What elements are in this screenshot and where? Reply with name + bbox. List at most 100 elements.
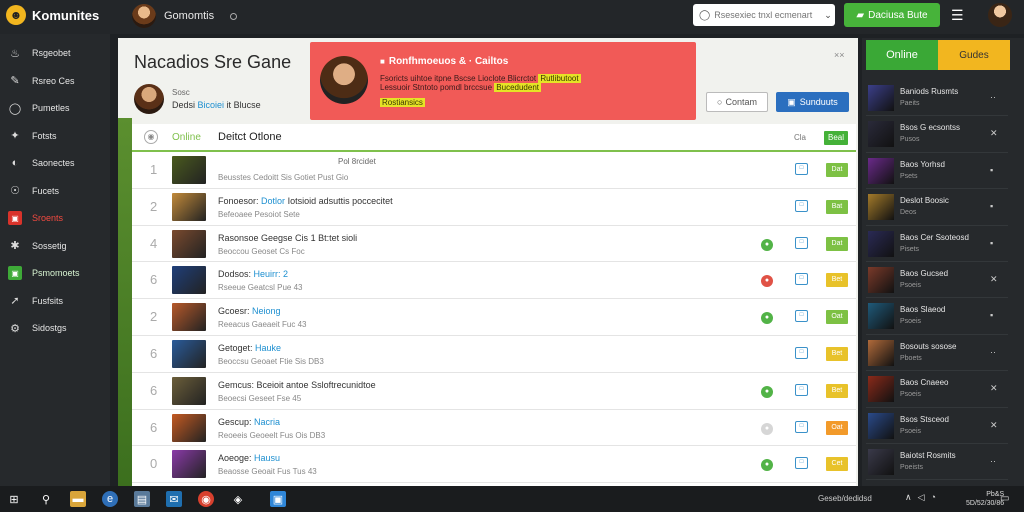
item-action-icon[interactable]: ▪ — [990, 238, 993, 248]
status-badge[interactable]: Bat — [826, 199, 848, 214]
profile-name-highlight[interactable]: Bicoiei — [198, 100, 225, 110]
folder-icon[interactable]: ▬ — [70, 491, 86, 507]
list-item[interactable]: Deslot Boosic Deos ▪ — [866, 189, 1008, 226]
list-item[interactable]: Baos Cer Ssoteosd Pisets ▪ — [866, 226, 1008, 262]
sidebar-item[interactable]: ⚙ Sidostgs — [0, 315, 110, 341]
sidebar-item[interactable]: ☉ Fucets — [0, 178, 110, 204]
app-icon[interactable]: ▣ — [270, 491, 286, 507]
message-icon[interactable]: □ — [795, 457, 808, 470]
row-title-link[interactable]: Hausu — [254, 453, 280, 463]
message-icon[interactable]: □ — [795, 310, 808, 323]
network-icon[interactable]: ◔ — [931, 492, 936, 503]
status-badge[interactable]: Dat — [826, 163, 848, 177]
table-row[interactable]: 6 Gemcus: Bceioit antoe Ssloftrecunidtoe B… — [132, 373, 856, 410]
game-thumbnail[interactable] — [172, 192, 206, 221]
list-item[interactable]: Baniods Rusmts Paeits ·· — [866, 80, 1008, 117]
row-title-link[interactable]: Heuirr: 2 — [254, 269, 289, 279]
top-user[interactable]: Gomomtis — [132, 4, 238, 28]
mail-icon[interactable]: ✉ — [166, 491, 182, 507]
item-action-icon[interactable]: ▪ — [990, 310, 993, 320]
list-item[interactable]: Baos Slaeod Psoeis ▪ — [866, 298, 1008, 335]
message-icon[interactable]: □ — [795, 236, 808, 249]
item-action-icon[interactable]: ✕ — [990, 128, 998, 139]
row-title-link[interactable]: Dotlor — [261, 196, 285, 206]
game-app-icon[interactable]: ◈ — [230, 491, 246, 507]
avatar[interactable] — [988, 3, 1012, 27]
message-icon[interactable]: □ — [795, 383, 808, 396]
item-action-icon[interactable]: ·· — [990, 347, 996, 357]
game-thumbnail[interactable] — [172, 303, 206, 332]
row-title-link[interactable]: Neiong — [252, 306, 281, 316]
brand[interactable]: ☻ Komunites — [6, 5, 99, 25]
item-action-icon[interactable]: ✕ — [990, 274, 998, 285]
sidebar-item[interactable]: ▣ Sroents — [0, 205, 110, 231]
sidebar-item[interactable]: ◐ Saonectes — [0, 150, 110, 176]
sidebar-item[interactable]: ◯ Pumetles — [0, 95, 110, 121]
store-icon[interactable]: ▤ — [134, 491, 150, 507]
table-row[interactable]: 2 Gcoesr: Neiong Reeacus Gaeaeit Fuc 43 ● □… — [132, 299, 856, 336]
status-badge[interactable]: Bet — [826, 383, 848, 398]
cta-button[interactable]: ▰ Daciusa Bute — [844, 3, 940, 27]
outline-button[interactable]: ○ Contam — [706, 92, 768, 112]
sidebar-item[interactable]: ✦ Fotsts — [0, 123, 110, 149]
game-thumbnail[interactable] — [172, 376, 206, 405]
status-badge[interactable]: Dat — [826, 236, 848, 251]
menu-icon[interactable]: ☰ — [951, 7, 964, 24]
tab-online[interactable]: Online — [172, 132, 201, 143]
item-action-icon[interactable]: ✕ — [990, 420, 998, 431]
notification-icon[interactable]: ▭ — [1000, 493, 1009, 504]
row-title-link[interactable]: Hauke — [255, 343, 281, 353]
tab-online-right[interactable]: Online — [866, 40, 938, 70]
message-icon[interactable]: □ — [795, 273, 808, 286]
volume-icon[interactable]: ◁ — [918, 492, 925, 503]
message-icon[interactable]: □ — [795, 199, 808, 212]
list-item[interactable]: Bsos G ecsontss Pusos ✕ — [866, 116, 1008, 153]
list-item[interactable]: Baos Cnaeeo Psoeis ✕ — [866, 371, 1008, 408]
status-badge[interactable]: Cet — [826, 457, 848, 472]
list-item[interactable]: Bsos Stsceod Psoeis ✕ — [866, 408, 1008, 444]
item-action-icon[interactable]: ▪ — [990, 201, 993, 211]
sidebar-item[interactable]: ♨ Rsgeobet — [0, 40, 110, 66]
clock[interactable]: Pb&S 5D/52/30/86 — [966, 490, 1004, 508]
message-icon[interactable]: □ — [795, 346, 808, 359]
chevron-down-icon[interactable]: ⌄ — [824, 10, 832, 21]
status-badge[interactable]: Bet — [826, 273, 848, 288]
search-icon[interactable]: ⚲ — [38, 491, 54, 507]
game-thumbnail[interactable] — [172, 266, 206, 295]
table-row[interactable]: 6 Getoget: Hauke Beoccsu Geoaet Ftie Sis … — [132, 336, 856, 373]
profile[interactable]: Sosc Dedsi Bicoiei it Blucse — [134, 84, 261, 114]
table-row[interactable]: 4 Rasonsoe Geegse Cis 1 Bt:tet sioli Beocc… — [132, 226, 856, 263]
sidebar-item[interactable]: ✎ Rsreo Ces — [0, 68, 110, 94]
game-thumbnail[interactable] — [172, 339, 206, 368]
status-badge[interactable]: Bet — [826, 346, 848, 361]
windows-start-icon[interactable]: ⊞ — [6, 491, 22, 507]
list-item[interactable]: Baos Yorhsd Psets ▪ — [866, 153, 1008, 190]
sidebar-item[interactable]: ✱ Sossetig — [0, 233, 110, 259]
table-row[interactable]: 0 Aoeoge: Hausu Beaosse Geoait Fus Tus 43… — [132, 446, 856, 484]
table-row[interactable]: 6 Dodsos: Heuirr: 2 Rseeue Geatcsl Pue 43… — [132, 262, 856, 300]
table-row[interactable]: 2 Fonoesor: Dotlor Iotsioid adsuttis pocc… — [132, 189, 856, 226]
list-item[interactable]: Bosouts sosose Pboets ·· — [866, 335, 1008, 372]
tab-guides[interactable]: Gudes — [938, 40, 1010, 70]
sidebar-item[interactable]: ▣ Psmomoets — [0, 260, 110, 286]
game-thumbnail[interactable] — [172, 413, 206, 442]
close-icon[interactable]: ×× — [834, 50, 845, 60]
table-row[interactable]: 6 Gescup: Nacria Reoeeis Geoeelt Fus Ois … — [132, 410, 856, 447]
search-input[interactable] — [714, 10, 821, 20]
status-badge[interactable]: Oat — [826, 310, 848, 325]
item-action-icon[interactable]: ·· — [990, 92, 996, 102]
status-badge[interactable]: Oat — [826, 420, 848, 435]
item-action-icon[interactable]: ✕ — [990, 383, 998, 394]
game-thumbnail[interactable] — [172, 156, 206, 184]
header-badge[interactable]: Beal — [824, 131, 848, 145]
list-item[interactable]: Baiotst Rosmits Poeists ·· — [866, 444, 1008, 481]
message-icon[interactable]: □ — [795, 163, 808, 175]
chrome-icon[interactable]: ◉ — [198, 491, 214, 507]
blue-button[interactable]: ▣ Sunduuts — [776, 92, 849, 112]
browser-icon[interactable]: e — [102, 491, 118, 507]
chevron-up-icon[interactable]: ∧ — [905, 492, 912, 503]
row-title-link[interactable]: Nacria — [254, 417, 280, 427]
game-thumbnail[interactable] — [172, 229, 206, 258]
table-row[interactable]: 1 Beusstes Cedoitt Sis Gotiet Pust Gio Po… — [132, 152, 856, 189]
search-box[interactable]: ◯ ⌄ — [693, 4, 835, 26]
